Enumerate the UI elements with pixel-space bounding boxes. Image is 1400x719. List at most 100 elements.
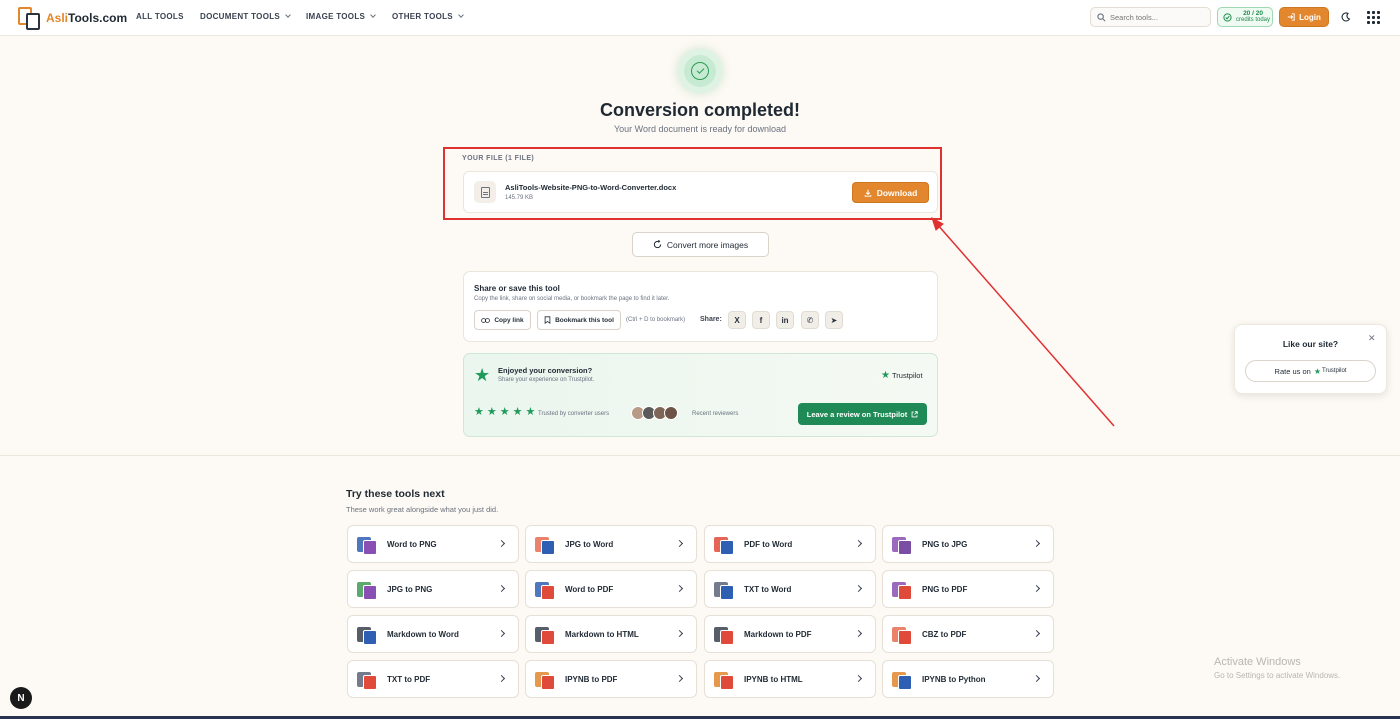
rating-stars: ★ ★ ★ ★ ★ [474,407,535,418]
reviewer-avatars [631,406,678,420]
chevron-down-icon [370,12,376,18]
whatsapp-share-icon[interactable]: ✆ [801,311,819,329]
tool-label: Word to PNG [387,540,437,549]
download-button[interactable]: Download [852,182,929,203]
tool-card[interactable]: JPG to PNG [347,570,519,608]
chevron-down-icon [458,12,464,18]
chevron-right-icon [675,584,684,593]
document-icon [474,181,496,203]
nav-all-tools[interactable]: ALL TOOLS [136,12,184,21]
tool-icon [535,669,556,690]
download-icon [864,189,871,197]
bookmark-button[interactable]: Bookmark this tool [537,310,621,330]
n-badge-icon[interactable]: N [10,687,32,709]
nav-document-tools[interactable]: DOCUMENT TOOLS [200,12,291,21]
telegram-share-icon[interactable]: ➤ [825,311,843,329]
share-label: Share: [700,316,722,323]
tool-card[interactable]: TXT to Word [704,570,876,608]
chevron-right-icon [497,539,506,548]
tool-card[interactable]: CBZ to PDF [882,615,1054,653]
link-icon [481,317,491,323]
like-popup [1234,324,1387,394]
moon-icon[interactable] [1337,8,1355,26]
tool-label: IPYNB to Python [922,675,986,684]
trustpilot-star-icon: ★ [1313,366,1321,376]
star-icon: ★ [486,406,497,418]
nav-other-tools[interactable]: OTHER TOOLS [392,12,464,21]
tool-card[interactable]: TXT to PDF [347,660,519,698]
tool-label: TXT to PDF [387,675,431,684]
star-icon: ★ [474,365,491,385]
tool-icon [714,669,735,690]
tool-card[interactable]: IPYNB to PDF [525,660,697,698]
facebook-share-icon[interactable]: f [752,311,770,329]
avatar [664,406,678,420]
chevron-right-icon [675,539,684,548]
tool-label: TXT to Word [744,585,792,594]
search-icon [1097,12,1106,21]
x-share-icon[interactable]: X [728,311,746,329]
tools-section-title: Try these tools next [346,488,445,500]
chevron-right-icon [675,674,684,683]
tool-icon [357,579,378,600]
chevron-right-icon [1032,629,1041,638]
top-navbar: AsliTools.com ALL TOOLS DOCUMENT TOOLS I… [0,0,1400,36]
like-popup-title: Like our site? [1282,339,1339,349]
star-icon: ★ [525,406,536,418]
tool-icon [714,534,735,555]
tool-label: JPG to PNG [387,585,433,594]
page-subtitle: Your Word document is ready for download [613,124,787,134]
trustpilot-logo: ★ Trustpilot [881,370,923,381]
trusted-label: Trusted by converter users [538,411,610,417]
chevron-right-icon [497,674,506,683]
site-logo[interactable]: AsliTools.com [16,5,127,31]
chevron-right-icon [1032,584,1041,593]
tool-card[interactable]: Word to PNG [347,525,519,563]
convert-more-button[interactable]: Convert more images [632,232,769,257]
chevron-right-icon [675,629,684,638]
tool-card[interactable]: PNG to JPG [882,525,1054,563]
success-check-icon [678,49,722,93]
copy-link-button[interactable]: Copy link [474,310,531,330]
tool-card[interactable]: Markdown to PDF [704,615,876,653]
tool-icon [535,624,556,645]
tool-card[interactable]: Word to PDF [525,570,697,608]
trustpilot-title: Enjoyed your conversion? [498,366,593,375]
credits-icon [1223,12,1232,22]
tool-label: Markdown to HTML [565,630,639,639]
apps-grid-icon[interactable] [1367,11,1380,24]
section-divider [0,455,1400,456]
tool-card[interactable]: JPG to Word [525,525,697,563]
tool-label: IPYNB to PDF [565,675,618,684]
tool-card[interactable]: IPYNB to HTML [704,660,876,698]
tool-icon [535,534,556,555]
search-input[interactable] [1110,12,1205,22]
nav-image-tools[interactable]: IMAGE TOOLS [306,12,376,21]
chevron-right-icon [497,629,506,638]
tool-icon [357,534,378,555]
rate-us-button[interactable]: Rate us on ★ Trustpilot [1245,360,1376,382]
tool-label: IPYNB to HTML [744,675,803,684]
tool-card[interactable]: IPYNB to Python [882,660,1054,698]
tool-label: Markdown to Word [387,630,459,639]
chevron-right-icon [497,584,506,593]
tool-card[interactable]: PDF to Word [704,525,876,563]
tool-icon [892,624,913,645]
tool-card[interactable]: Markdown to Word [347,615,519,653]
leave-review-button[interactable]: Leave a review on Trustpilot [798,403,927,425]
windows-activation-title: Activate Windows [1214,656,1301,668]
tool-icon [714,579,735,600]
tool-label: PNG to PDF [922,585,968,594]
tool-card[interactable]: PNG to PDF [882,570,1054,608]
search-box[interactable] [1090,7,1211,27]
tool-icon [892,579,913,600]
tool-label: CBZ to PDF [922,630,967,639]
chevron-right-icon [854,674,863,683]
login-button[interactable]: Login [1279,7,1329,27]
login-icon [1287,13,1295,21]
linkedin-share-icon[interactable]: in [776,311,794,329]
tool-icon [357,624,378,645]
file-size: 145.79 KB [505,195,534,201]
tool-card[interactable]: Markdown to HTML [525,615,697,653]
tool-label: JPG to Word [565,540,614,549]
